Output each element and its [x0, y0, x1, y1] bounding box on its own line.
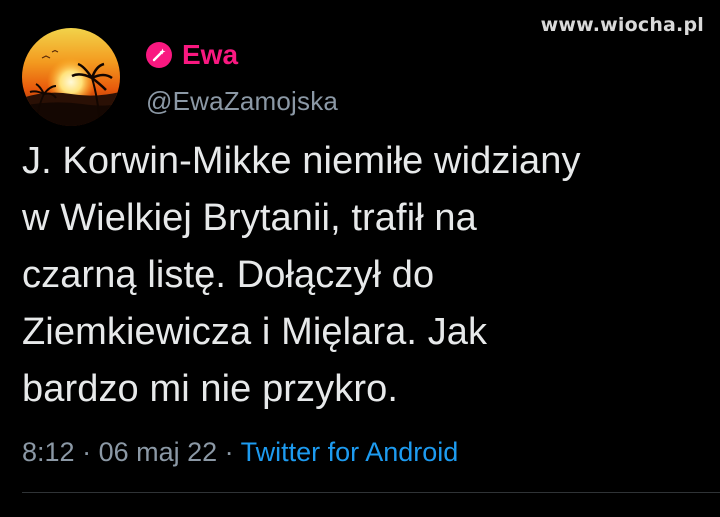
author-name-row[interactable]: Ewa — [146, 38, 338, 72]
meta-separator: · — [74, 437, 99, 467]
author-display-name[interactable]: Ewa — [182, 38, 238, 72]
magic-wand-icon — [146, 42, 172, 68]
tweet-line: bardzo mi nie przykro. — [22, 368, 399, 410]
avatar[interactable] — [22, 28, 120, 126]
tweet-metadata: 8:12 · 06 maj 22 · Twitter for Android — [22, 436, 458, 468]
tweet-line: w Wielkiej Brytanii, trafił na — [22, 197, 477, 239]
tweet-date[interactable]: 06 maj 22 — [99, 437, 218, 467]
tweet-line: J. Korwin-Mikke niemiłe widziany — [22, 140, 581, 182]
tweet-line: czarną listę. Dołączył do — [22, 254, 435, 296]
author-handle[interactable]: @EwaZamojska — [146, 86, 338, 116]
tweet-source-link[interactable]: Twitter for Android — [241, 437, 459, 467]
tweet-header: Ewa @EwaZamojska — [146, 38, 338, 116]
site-watermark: www.wiocha.pl — [540, 14, 704, 36]
tweet-time[interactable]: 8:12 — [22, 437, 75, 467]
meta-separator: · — [217, 437, 241, 467]
divider — [22, 492, 720, 493]
tweet-text: J. Korwin-Mikke niemiłe widziany w Wielk… — [22, 133, 702, 418]
sunset-palm-avatar-icon — [22, 28, 120, 126]
tweet-line: Ziemkiewicza i Mięlara. Jak — [22, 311, 488, 353]
